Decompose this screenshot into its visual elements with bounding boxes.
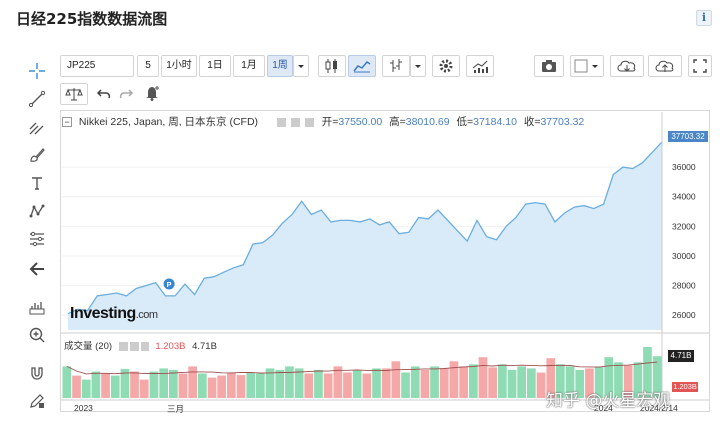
volume-bar — [459, 366, 468, 398]
y-tick-label: 26000 — [672, 310, 696, 320]
volume-tag-red: 1.203B — [672, 382, 698, 392]
watermark: 知乎 @火星宏观 — [546, 391, 671, 411]
volume-bar — [110, 375, 120, 398]
y-tick-label: 34000 — [672, 192, 696, 202]
close-label: 收= — [523, 116, 541, 128]
volume-tag: 4.71B — [668, 350, 694, 362]
volume-bar — [304, 373, 314, 398]
volume-bar — [178, 373, 188, 398]
volume-bar — [227, 372, 236, 398]
brand-name: Investing — [70, 305, 136, 322]
volume-bar — [507, 369, 517, 398]
volume-bar — [285, 366, 294, 398]
volume-bar — [469, 364, 478, 398]
volume-bar — [352, 369, 362, 398]
volume-bar — [536, 372, 546, 398]
volume-bar — [91, 371, 101, 398]
volume-bar — [217, 375, 226, 398]
volume-bar — [314, 369, 323, 398]
volume-bar — [343, 372, 352, 398]
volume-bar — [439, 368, 449, 398]
x-tick-2023: 2023 — [74, 403, 93, 413]
price-chart[interactable]: P 26000 28000 30000 32000 34000 36000 — [0, 0, 720, 428]
volume-bar — [246, 372, 256, 398]
volume-bar — [401, 372, 410, 398]
close-value: 37703.32 — [540, 116, 585, 128]
volume-bar — [498, 364, 507, 398]
volume-bar — [333, 366, 343, 398]
volume-bar — [62, 366, 72, 398]
instrument-name: Nikkei 225, Japan, 周, 日本东京 (CFD) — [78, 116, 259, 128]
legend-collapse-icon[interactable]: − — [62, 117, 72, 128]
volume-bar — [372, 368, 381, 398]
volume-bar — [169, 369, 178, 398]
x-tick-march: 三月 — [167, 404, 185, 414]
last-price-tag: 37703.32 — [668, 131, 708, 142]
price-legend: − Nikkei 225, Japan, 周, 日本东京 (CFD) 开=375… — [62, 114, 584, 132]
open-label: 开= — [321, 116, 339, 128]
volume-bar — [236, 375, 246, 398]
volume-bar — [391, 361, 401, 398]
volume-bar — [517, 366, 526, 398]
volume-bar — [139, 379, 149, 398]
volume-bar — [81, 379, 91, 398]
y-tick-label: 36000 — [672, 162, 696, 172]
volume-bar — [101, 373, 110, 398]
volume-bar — [478, 357, 488, 398]
volume-bar — [420, 369, 430, 398]
brand-suffix: .com — [135, 309, 158, 321]
volume-legend: 成交量 (20) 1.203B 4.71B — [64, 338, 217, 352]
volume-bar — [527, 368, 536, 398]
volume-bar — [294, 368, 304, 398]
volume-value-red: 1.203B — [155, 341, 186, 352]
volume-bar — [323, 373, 333, 398]
price-area-fill — [68, 141, 662, 330]
volume-bar — [430, 366, 439, 398]
volume-bar — [72, 375, 81, 398]
volume-bar — [130, 371, 139, 398]
low-label: 低= — [456, 116, 474, 128]
volume-bar — [275, 369, 285, 398]
volume-bar — [381, 368, 391, 398]
legend-close-icon[interactable] — [304, 117, 314, 127]
volume-bar — [207, 377, 217, 398]
volume-bar — [410, 366, 420, 398]
event-marker-label: P — [167, 280, 172, 289]
volume-label: 成交量 (20) — [64, 341, 113, 352]
volume-bar — [159, 368, 168, 398]
volume-bar — [149, 371, 159, 398]
legend-hide-icon[interactable] — [290, 117, 300, 127]
y-tick-label: 32000 — [672, 221, 696, 231]
volume-bar — [488, 367, 497, 398]
volume-value: 4.71B — [192, 341, 217, 352]
high-label: 高= — [389, 116, 406, 128]
investing-logo: Investing.com — [70, 305, 158, 323]
open-value: 37550.00 — [338, 116, 383, 128]
volume-bar — [256, 373, 265, 398]
volume-bar — [198, 373, 207, 398]
volume-settings-icons[interactable] — [118, 341, 149, 351]
y-tick-label: 28000 — [672, 281, 696, 291]
low-value: 37184.10 — [473, 116, 517, 128]
volume-bar — [449, 361, 459, 398]
y-tick-label: 30000 — [672, 251, 696, 261]
legend-settings-icon[interactable] — [276, 117, 286, 127]
volume-bar — [188, 366, 197, 398]
volume-bar — [362, 373, 372, 398]
high-value: 38010.69 — [405, 116, 450, 128]
